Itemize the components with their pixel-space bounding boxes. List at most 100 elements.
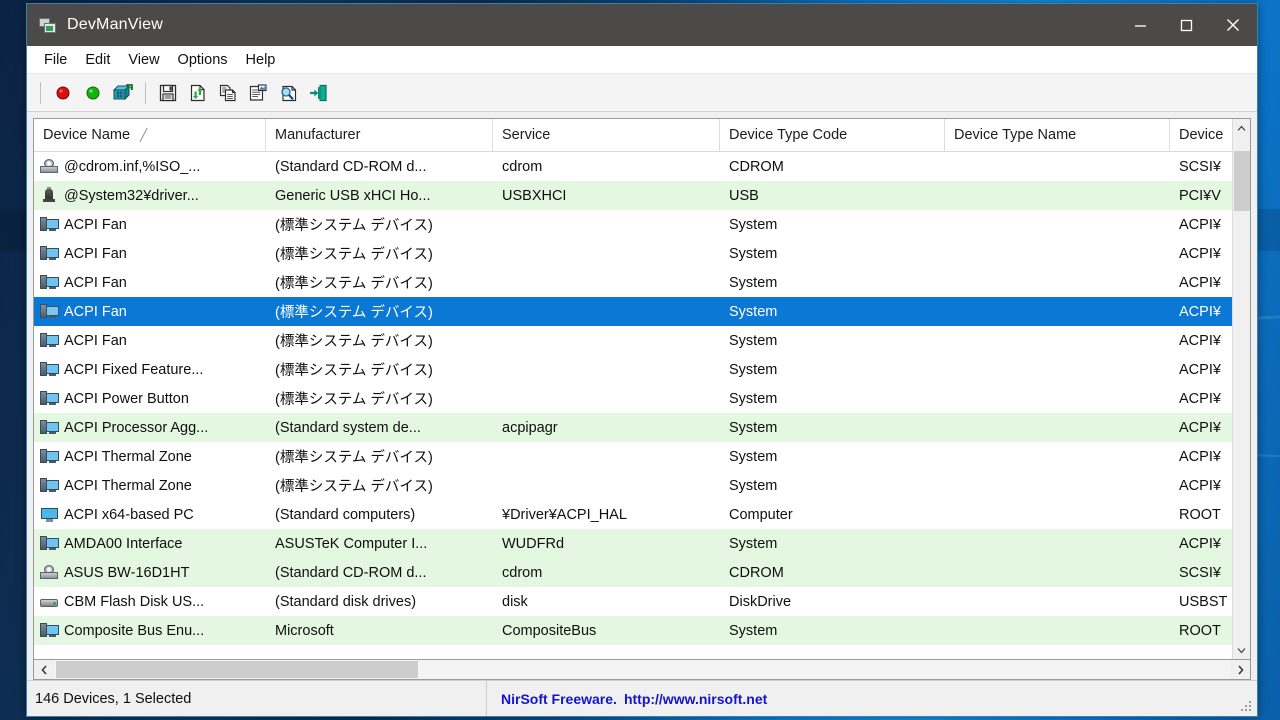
table-row[interactable]: ACPI x64-based PC (Standard computers) ¥Dr… bbox=[34, 500, 1250, 529]
refresh-page-icon[interactable] bbox=[183, 78, 213, 108]
menu-edit[interactable]: Edit bbox=[76, 48, 119, 72]
minimize-button[interactable] bbox=[1117, 4, 1163, 46]
table-row[interactable]: ACPI Processor Agg... (Standard system de… bbox=[34, 413, 1250, 442]
disable-device-icon[interactable] bbox=[48, 78, 78, 108]
horizontal-scroll-thumb[interactable] bbox=[56, 661, 418, 678]
cell-name: ACPI Fan bbox=[34, 274, 266, 291]
cell-text: Composite Bus Enu... bbox=[64, 622, 205, 639]
table-row[interactable]: ACPI Thermal Zone (標準システム デバイス) System ACPI… bbox=[34, 442, 1250, 471]
table-row[interactable]: ACPI Fan (標準システム デバイス) System ACPI¥ bbox=[34, 210, 1250, 239]
system-device-icon bbox=[40, 419, 59, 436]
column-header-label: Service bbox=[502, 127, 551, 143]
save-icon[interactable] bbox=[153, 78, 183, 108]
table-row[interactable]: ACPI Fan (標準システム デバイス) System ACPI¥ bbox=[34, 268, 1250, 297]
cell-service: disk bbox=[493, 594, 720, 610]
device-list: Device Name ╱ Manufacturer Service Device Ty… bbox=[33, 118, 1251, 660]
vertical-scrollbar[interactable] bbox=[1232, 119, 1250, 659]
properties-icon[interactable] bbox=[243, 78, 273, 108]
column-header-manufacturer[interactable]: Manufacturer bbox=[266, 119, 493, 151]
horizontal-scroll-track[interactable] bbox=[54, 660, 1230, 679]
cell-type-code: System bbox=[720, 420, 945, 436]
cell-service: cdrom bbox=[493, 159, 720, 175]
menu-options[interactable]: Options bbox=[169, 48, 237, 72]
cell-text: System bbox=[729, 245, 778, 262]
table-row[interactable]: @System32¥driver... Generic USB xHCI Ho..… bbox=[34, 181, 1250, 210]
close-button[interactable] bbox=[1209, 4, 1257, 46]
cell-text: acpipagr bbox=[502, 419, 558, 436]
cell-text: ACPI¥ bbox=[1179, 390, 1221, 407]
cell-text: DiskDrive bbox=[729, 593, 792, 610]
system-device-icon bbox=[40, 245, 59, 262]
table-row[interactable]: ACPI Fan (標準システム デバイス) System ACPI¥ bbox=[34, 326, 1250, 355]
cell-name: ACPI Fan bbox=[34, 332, 266, 349]
cell-text: ACPI¥ bbox=[1179, 535, 1221, 552]
cell-text: System bbox=[729, 303, 778, 320]
cell-manufacturer: (標準システム デバイス) bbox=[266, 475, 493, 496]
table-row[interactable]: CBM Flash Disk US... (Standard disk drive… bbox=[34, 587, 1250, 616]
table-row[interactable]: ACPI Power Button (標準システム デバイス) System ACPI… bbox=[34, 384, 1250, 413]
cell-manufacturer: (Standard disk drives) bbox=[266, 594, 493, 610]
device-manager-icon bbox=[39, 16, 57, 34]
scroll-down-icon[interactable] bbox=[1233, 641, 1251, 659]
disk-device-icon bbox=[40, 593, 59, 610]
computer-device-icon bbox=[40, 506, 59, 523]
cell-manufacturer: (標準システム デバイス) bbox=[266, 243, 493, 264]
column-header-service[interactable]: Service bbox=[493, 119, 720, 151]
html-report-icon[interactable] bbox=[273, 78, 303, 108]
cell-manufacturer: (Standard computers) bbox=[266, 507, 493, 523]
vertical-scroll-thumb[interactable] bbox=[1233, 151, 1250, 211]
table-row[interactable]: ACPI Fixed Feature... (標準システム デバイス) System… bbox=[34, 355, 1250, 384]
table-row[interactable]: ACPI Thermal Zone (標準システム デバイス) System ACPI… bbox=[34, 471, 1250, 500]
scroll-up-icon[interactable] bbox=[1233, 119, 1251, 137]
cell-manufacturer: Microsoft bbox=[266, 623, 493, 639]
column-header-device-type-name[interactable]: Device Type Name bbox=[945, 119, 1170, 151]
cell-text: ACPI¥ bbox=[1179, 245, 1221, 262]
column-header-device-name[interactable]: Device Name ╱ bbox=[34, 119, 266, 151]
exit-icon[interactable] bbox=[303, 78, 333, 108]
menu-help[interactable]: Help bbox=[237, 48, 285, 72]
scroll-right-icon[interactable] bbox=[1230, 660, 1250, 679]
cell-text: AMDA00 Interface bbox=[64, 535, 183, 552]
table-row[interactable]: Composite Bus Enu... Microsoft CompositeBu… bbox=[34, 616, 1250, 645]
table-row[interactable]: ACPI Fan (標準システム デバイス) System ACPI¥ bbox=[34, 239, 1250, 268]
cell-name: ACPI Fan bbox=[34, 303, 266, 320]
refresh-devices-icon[interactable] bbox=[108, 78, 138, 108]
resize-grip[interactable] bbox=[1241, 701, 1254, 714]
table-row[interactable]: ASUS BW-16D1HT (Standard CD-ROM d... cdrom… bbox=[34, 558, 1250, 587]
cell-type-code: System bbox=[720, 623, 945, 639]
horizontal-scrollbar[interactable] bbox=[33, 660, 1251, 680]
usb-device-icon bbox=[40, 187, 59, 204]
cell-text: (標準システム デバイス) bbox=[275, 363, 433, 379]
cell-type-code: Computer bbox=[720, 507, 945, 523]
cell-type-code: System bbox=[720, 391, 945, 407]
column-header-device-type-code[interactable]: Device Type Code bbox=[720, 119, 945, 151]
vertical-scroll-track[interactable] bbox=[1233, 137, 1251, 641]
menu-view[interactable]: View bbox=[119, 48, 168, 72]
maximize-button[interactable] bbox=[1163, 4, 1209, 46]
cell-text: ACPI Fan bbox=[64, 274, 127, 291]
table-row[interactable]: ACPI Fan (標準システム デバイス) System ACPI¥ bbox=[34, 297, 1250, 326]
cell-text: ACPI Processor Agg... bbox=[64, 419, 209, 436]
system-device-icon bbox=[40, 361, 59, 378]
column-header-row: Device Name ╱ Manufacturer Service Device Ty… bbox=[34, 119, 1250, 152]
table-row[interactable]: AMDA00 Interface ASUSTeK Computer I... WUD… bbox=[34, 529, 1250, 558]
cell-text: PCI¥V bbox=[1179, 187, 1221, 204]
scroll-left-icon[interactable] bbox=[34, 660, 54, 679]
copy-icon[interactable] bbox=[213, 78, 243, 108]
cell-text: System bbox=[729, 477, 778, 494]
enable-device-icon[interactable] bbox=[78, 78, 108, 108]
device-rows: @cdrom.inf,%ISO_... (Standard CD-ROM d...… bbox=[34, 152, 1250, 659]
menu-file[interactable]: File bbox=[35, 48, 76, 72]
system-device-icon bbox=[40, 622, 59, 639]
cell-text: ACPI¥ bbox=[1179, 216, 1221, 233]
cell-text: System bbox=[729, 390, 778, 407]
cell-text: System bbox=[729, 274, 778, 291]
nirsoft-link[interactable]: http://www.nirsoft.net bbox=[624, 691, 767, 707]
cell-text: CDROM bbox=[729, 158, 784, 175]
table-row[interactable]: @cdrom.inf,%ISO_... (Standard CD-ROM d...… bbox=[34, 152, 1250, 181]
cell-text: Microsoft bbox=[275, 622, 334, 639]
cell-manufacturer: (Standard CD-ROM d... bbox=[266, 159, 493, 175]
cell-service: ¥Driver¥ACPI_HAL bbox=[493, 507, 720, 523]
cell-text: disk bbox=[502, 593, 528, 610]
cell-text: ROOT bbox=[1179, 506, 1221, 523]
